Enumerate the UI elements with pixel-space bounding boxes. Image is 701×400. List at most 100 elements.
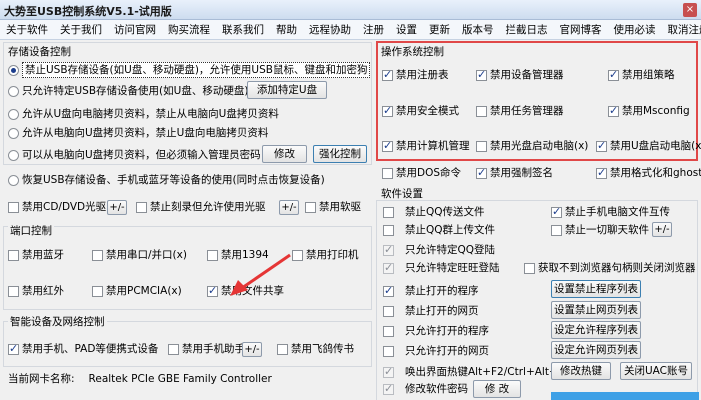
menu-update[interactable]: 更新 — [423, 20, 456, 39]
checkbox-icon[interactable] — [476, 140, 487, 152]
feige-checkbox[interactable]: 禁用飞鸽传书 — [277, 342, 354, 356]
disable-floppy-checkbox[interactable]: 禁用软驱 — [305, 200, 361, 214]
qq-send-checkbox[interactable]: 禁止QQ传送文件 — [383, 205, 485, 219]
radio-icon[interactable] — [8, 127, 19, 139]
checkbox-icon[interactable] — [92, 285, 103, 297]
checkbox-icon[interactable] — [383, 305, 394, 317]
safemode-checkbox[interactable]: 禁用安全模式 — [382, 104, 459, 118]
radio-icon[interactable] — [8, 108, 19, 120]
checkbox-icon[interactable] — [277, 343, 288, 355]
checkbox-icon[interactable] — [383, 206, 394, 218]
cd-plusminus-button[interactable]: +/- — [107, 200, 127, 215]
taskmgr-checkbox[interactable]: 禁用任务管理器 — [476, 104, 564, 118]
serial-checkbox[interactable]: 禁用串口/并口(x) — [92, 248, 187, 262]
checkbox-icon[interactable] — [608, 68, 619, 82]
checkbox-icon[interactable] — [383, 345, 394, 357]
radio-icon[interactable] — [8, 85, 19, 97]
hotkey-checkbox[interactable]: 唤出界面热键Alt+F2/Ctrl+Alt+2 — [383, 365, 564, 379]
browser-handle-checkbox[interactable]: 获取不到浏览器句柄则关闭浏览器 — [524, 261, 696, 275]
storage-opt1[interactable]: 禁止USB存储设备(如U盘、移动硬盘)，允许使用USB鼠标、键盘和加密狗 — [8, 62, 371, 78]
menu-register[interactable]: 注册 — [357, 20, 390, 39]
pwd-checkbox[interactable]: 修改软件密码 — [383, 382, 468, 396]
menu-website[interactable]: 访问官网 — [108, 20, 162, 39]
allow-web-checkbox[interactable]: 只允许打开的网页 — [383, 344, 489, 358]
checkbox-icon[interactable] — [383, 284, 394, 298]
checkbox-icon[interactable] — [382, 104, 393, 118]
checkbox-icon[interactable] — [608, 104, 619, 118]
set-allow-web-button[interactable]: 设定允许网页列表 — [551, 341, 641, 359]
block-prog-checkbox[interactable]: 禁止打开的程序 — [383, 284, 479, 298]
storage-opt6[interactable]: 恢复USB存储设备、手机或蓝牙等设备的使用(同时点击恢复设备) — [8, 173, 325, 187]
infrared-checkbox[interactable]: 禁用红外 — [8, 284, 64, 298]
modify-password-button[interactable]: 修改 — [262, 145, 307, 163]
helper-plusminus-button[interactable]: +/- — [242, 342, 262, 357]
checkbox-icon[interactable] — [524, 262, 535, 274]
checkbox-icon[interactable] — [476, 166, 487, 180]
msconfig-checkbox[interactable]: 禁用Msconfig — [608, 104, 690, 118]
radio-icon[interactable] — [8, 64, 19, 76]
checkbox-icon[interactable] — [551, 205, 562, 219]
usbboot-checkbox[interactable]: 禁用U盘启动电脑(x) — [596, 139, 701, 153]
close-uac-button[interactable]: 关闭UAC账号 — [620, 362, 692, 380]
add-usb-button[interactable]: 添加特定U盘 — [247, 81, 327, 99]
set-block-prog-button[interactable]: 设置禁止程序列表 — [551, 280, 641, 298]
checkbox-icon[interactable] — [305, 201, 316, 213]
storage-opt2[interactable]: 只允许特定USB存储设备使用(如U盘、移动硬盘) — [8, 84, 248, 98]
wangwang-checkbox[interactable]: 只允许特定旺旺登陆 — [383, 261, 500, 275]
phone-helper-checkbox[interactable]: 禁用手机助手 — [168, 342, 245, 356]
checkbox-icon[interactable] — [382, 68, 393, 82]
checkbox-icon[interactable] — [136, 201, 147, 213]
checkbox-icon[interactable] — [596, 166, 607, 180]
harden-control-button[interactable]: 强化控制 — [313, 145, 367, 163]
qq-group-checkbox[interactable]: 禁止QQ群上传文件 — [383, 223, 495, 237]
checkbox-icon[interactable] — [551, 224, 562, 236]
checkbox-icon[interactable] — [383, 365, 394, 379]
checkbox-icon[interactable] — [383, 243, 394, 257]
checkbox-icon[interactable] — [8, 285, 19, 297]
menu-settings[interactable]: 设置 — [390, 20, 423, 39]
block-web-checkbox[interactable]: 禁止打开的网页 — [383, 304, 479, 318]
checkbox-icon[interactable] — [8, 342, 19, 356]
checkbox-icon[interactable] — [382, 139, 393, 153]
phone-copy-checkbox[interactable]: 禁止手机电脑文件互传 — [551, 205, 670, 219]
checkbox-icon[interactable] — [207, 284, 218, 298]
menu-about-software[interactable]: 关于软件 — [0, 20, 54, 39]
sign-checkbox[interactable]: 禁用强制签名 — [476, 166, 553, 180]
gpedit-checkbox[interactable]: 禁用组策略 — [608, 68, 675, 82]
menu-about-us[interactable]: 关于我们 — [54, 20, 108, 39]
checkbox-icon[interactable] — [476, 68, 487, 82]
modify-pwd-button[interactable]: 修 改 — [473, 380, 521, 398]
radio-icon[interactable] — [8, 174, 19, 186]
menu-contact[interactable]: 联系我们 — [216, 20, 270, 39]
radio-icon[interactable] — [8, 149, 19, 161]
checkbox-icon[interactable] — [92, 249, 103, 261]
chat-plusminus-button[interactable]: +/- — [652, 222, 672, 237]
block-chat-checkbox[interactable]: 禁止一切聊天软件 — [551, 223, 649, 237]
disable-burn-checkbox[interactable]: 禁止刻录但允许使用光驱 — [136, 200, 266, 214]
checkbox-icon[interactable] — [383, 382, 394, 396]
checkbox-icon[interactable] — [382, 167, 393, 179]
storage-opt3[interactable]: 允许从U盘向电脑拷贝资料，禁止从电脑向U盘拷贝资料 — [8, 107, 279, 121]
set-allow-prog-button[interactable]: 设定允许程序列表 — [551, 321, 641, 339]
registry-checkbox[interactable]: 禁用注册表 — [382, 68, 449, 82]
phone-checkbox[interactable]: 禁用手机、PAD等便携式设备 — [8, 342, 158, 356]
bluetooth-checkbox[interactable]: 禁用蓝牙 — [8, 248, 64, 262]
menu-must-read[interactable]: 使用必读 — [608, 20, 662, 39]
dos-checkbox[interactable]: 禁用DOS命令 — [382, 166, 461, 180]
close-icon[interactable]: × — [683, 3, 697, 17]
disable-cd-checkbox[interactable]: 禁用CD/DVD光驱 — [8, 200, 106, 214]
devmgr-checkbox[interactable]: 禁用设备管理器 — [476, 68, 564, 82]
checkbox-icon[interactable] — [207, 249, 218, 261]
menu-unregister[interactable]: 取消注册 — [662, 20, 701, 39]
menu-version[interactable]: 版本号 — [456, 20, 500, 39]
menu-blog[interactable]: 官网博客 — [554, 20, 608, 39]
pcmcia-checkbox[interactable]: 禁用PCMCIA(x) — [92, 284, 182, 298]
checkbox-icon[interactable] — [383, 224, 394, 236]
set-block-web-button[interactable]: 设置禁止网页列表 — [551, 301, 641, 319]
checkbox-icon[interactable] — [383, 261, 394, 275]
checkbox-icon[interactable] — [476, 105, 487, 117]
printer-checkbox[interactable]: 禁用打印机 — [292, 248, 359, 262]
compmgmt-checkbox[interactable]: 禁用计算机管理 — [382, 139, 470, 153]
modify-hotkey-button[interactable]: 修改热键 — [551, 362, 611, 380]
storage-opt4[interactable]: 允许从电脑向U盘拷贝资料，禁止U盘向电脑拷贝资料 — [8, 126, 268, 140]
